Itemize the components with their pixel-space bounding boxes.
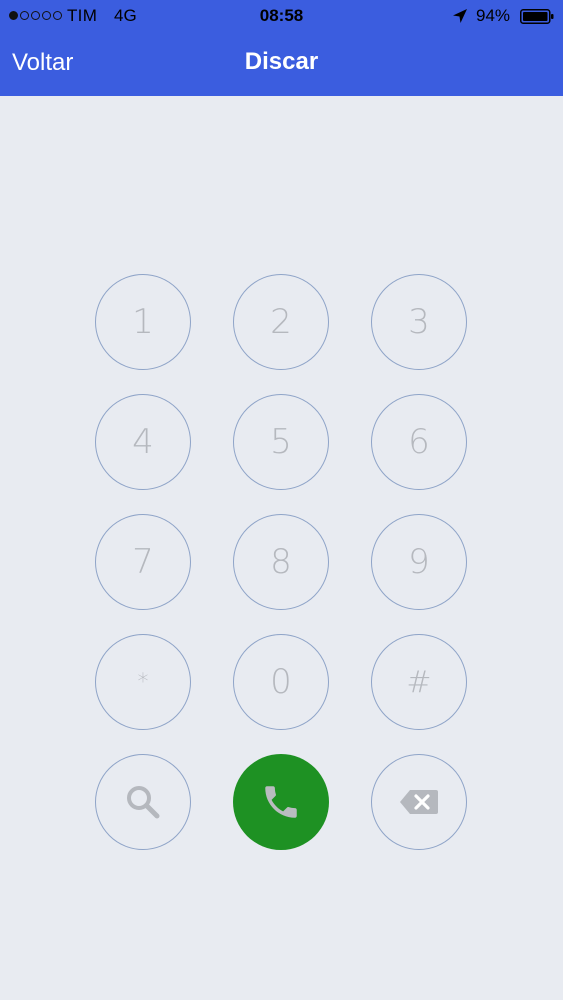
key-1[interactable]: 1 <box>95 274 191 370</box>
search-button[interactable] <box>95 754 191 850</box>
battery-percent: 94% <box>476 6 511 25</box>
navigation-bar: Voltar Discar <box>0 34 563 96</box>
key-5[interactable]: 5 <box>233 394 329 490</box>
key-7[interactable]: 7 <box>95 514 191 610</box>
location-arrow-icon <box>452 8 468 24</box>
key-hash[interactable]: # <box>371 634 467 730</box>
search-icon <box>123 782 163 822</box>
key-3[interactable]: 3 <box>371 274 467 370</box>
key-star[interactable]: * <box>95 634 191 730</box>
key-6[interactable]: 6 <box>371 394 467 490</box>
status-bar: TIM 4G 08:58 94% <box>0 0 563 34</box>
key-9[interactable]: 9 <box>371 514 467 610</box>
key-0[interactable]: 0 <box>233 634 329 730</box>
key-8[interactable]: 8 <box>233 514 329 610</box>
call-button[interactable] <box>233 754 329 850</box>
backspace-icon <box>399 789 439 815</box>
page-title: Discar <box>244 48 319 75</box>
backspace-button[interactable] <box>371 754 467 850</box>
dial-keypad: 1 2 3 4 5 6 7 8 9 * 0 # <box>95 274 468 850</box>
key-2[interactable]: 2 <box>233 274 329 370</box>
key-4[interactable]: 4 <box>95 394 191 490</box>
phone-icon <box>260 781 302 823</box>
battery-icon <box>520 9 554 24</box>
